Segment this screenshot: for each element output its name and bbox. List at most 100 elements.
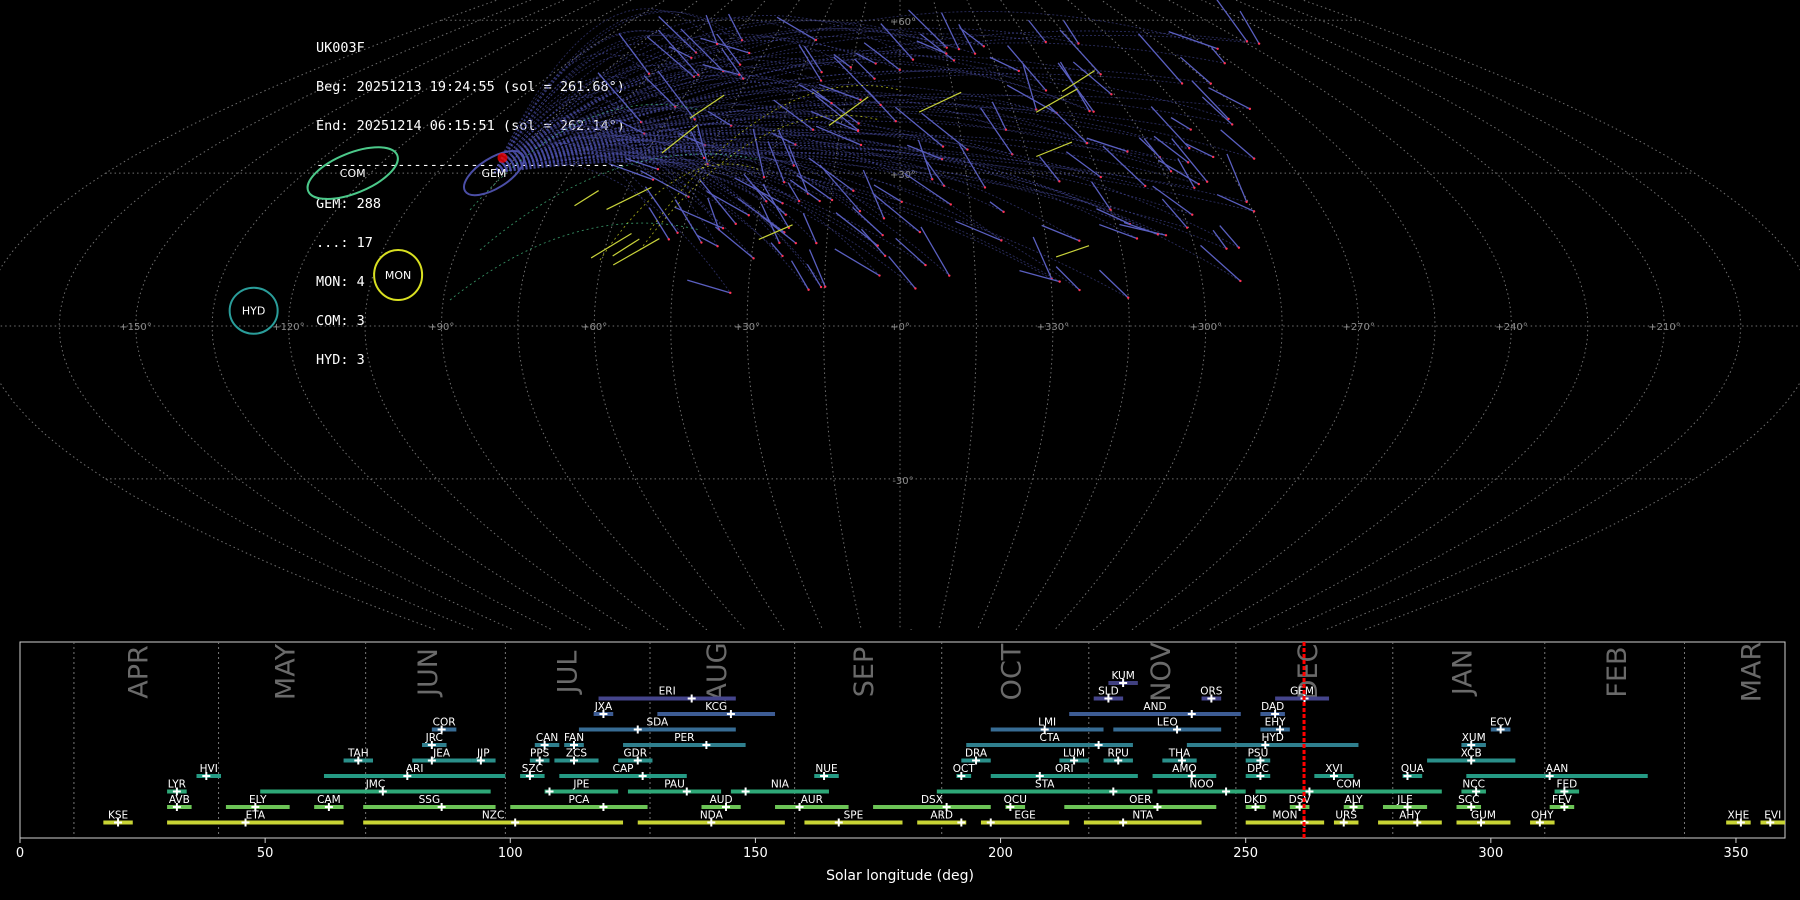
meteor-end-point (881, 233, 884, 237)
meteor-end-point (948, 274, 951, 277)
meteor-end-point (729, 291, 732, 295)
meteor-end-point (857, 122, 860, 125)
shower-kum: KUM (1108, 670, 1138, 687)
gem-meteor (1041, 224, 1080, 242)
gem-meteor (1098, 269, 1129, 299)
gem-meteor (895, 237, 926, 266)
gem-meteor (989, 56, 1020, 72)
shower-label: JIP (476, 748, 490, 760)
meridian-line (823, 0, 867, 630)
meteor-end-point (900, 200, 903, 204)
shower-ncc: NCC (1461, 779, 1486, 796)
meteor-end-point (858, 209, 862, 213)
meteor-end-point (852, 189, 855, 192)
shower-label: LYR (168, 779, 186, 791)
lon-tick-label: +60° (581, 322, 607, 333)
meteor-end-point (1092, 110, 1095, 113)
x-tick-label: 250 (1233, 846, 1258, 861)
shower-label: HYD (1261, 732, 1283, 744)
gem-meteor (674, 199, 702, 243)
meteor-end-point (883, 254, 887, 258)
meteor-end-point (898, 68, 902, 72)
shower-label: AMO (1172, 763, 1197, 775)
month-label-aug: AUG (702, 642, 733, 701)
meteor-end-point (778, 241, 781, 245)
gem-trail-dotted (493, 133, 1158, 235)
shower-label: JLE (1396, 794, 1413, 806)
gem-meteor (1168, 31, 1218, 50)
gem-meteor (1208, 87, 1251, 110)
gem-meteor (1185, 142, 1214, 158)
meteor-end-point (702, 156, 706, 160)
meteor-end-point (819, 285, 823, 289)
gem-trail-dotted (493, 158, 1188, 229)
shower-label: DSX (921, 794, 943, 806)
gem-meteor (705, 14, 718, 45)
shower-label: ETA (246, 810, 266, 822)
shower-label: KCG (705, 701, 727, 713)
gem-meteor (760, 215, 797, 244)
gem-trail-dotted (493, 126, 718, 247)
gem-trail-dotted (493, 159, 926, 266)
meteor-end-point (1191, 213, 1194, 216)
meteor-end-point (941, 145, 945, 148)
meteor-end-point (1156, 233, 1160, 236)
shower-fev: FEV (1549, 794, 1575, 811)
meteor-end-point (952, 59, 956, 62)
shower-label: CTA (1040, 732, 1061, 744)
shower-label: NDA (700, 810, 724, 822)
lon-tick-label: +330° (1037, 322, 1069, 333)
shower-label: PSU (1248, 748, 1269, 760)
meteor-end-point (1257, 42, 1261, 45)
shower-timeline: APR MAY JUN JUL AUG SEP OCT NOV DEC JAN FEB MARKUME… (16, 641, 1786, 861)
meteor-end-point (738, 73, 741, 76)
gem-meteor (802, 212, 817, 244)
meteor-end-point (966, 148, 969, 151)
shower-aly: ALY (1343, 794, 1364, 811)
shower-tah: TAH (343, 748, 373, 765)
month-label-may: MAY (271, 643, 302, 700)
shower-label: NUE (815, 763, 837, 775)
sporadic-meteor (918, 91, 962, 113)
shower-label: PPS (530, 748, 550, 760)
meteor-end-point (690, 56, 693, 59)
meteor-end-point (797, 199, 801, 203)
meridian-line (211, 0, 600, 630)
gem-meteor (1027, 19, 1047, 43)
gem-meteor (991, 101, 1007, 131)
shower-label: RPU (1108, 748, 1129, 760)
shower-label: THA (1168, 748, 1191, 760)
gem-meteor (1047, 104, 1088, 144)
meridian-line (58, 0, 533, 630)
month-label-jul: JUL (553, 651, 584, 696)
shower-label: FEV (1552, 794, 1573, 806)
shower-fed: FED (1554, 779, 1580, 796)
shower-label: ORS (1200, 686, 1223, 698)
sky-map: +180°+150°+120°+90°+60°+30°+0°+330°+300°… (0, 0, 1800, 630)
meteor-end-point (676, 231, 679, 235)
shower-label: QUA (1401, 763, 1425, 775)
meteor-end-point (830, 198, 834, 202)
gem-meteor (955, 220, 1002, 242)
meteor-end-point (1044, 89, 1048, 92)
meteor-end-point (815, 241, 818, 245)
shower-label: SDA (646, 717, 669, 729)
meteor-end-point (1044, 40, 1047, 44)
shower-label: EVI (1764, 810, 1781, 822)
lat-tick-label: -30° (892, 476, 913, 487)
shower-fan: FAN (564, 732, 584, 749)
meteor-end-point (1000, 239, 1003, 242)
month-label-feb: FEB (1602, 646, 1633, 697)
shower-dad: DAD (1260, 701, 1285, 718)
radiant-mon-label: MON (385, 269, 411, 282)
gem-meteor (1119, 223, 1167, 236)
gem-trail-dotted (493, 162, 731, 294)
gem-meteor (815, 95, 859, 131)
meteor-end-point (700, 241, 703, 244)
gem-meteor (1065, 151, 1102, 178)
radiant-com-label: COM (340, 167, 366, 180)
meteor-end-point (1209, 82, 1213, 85)
meteor-end-point (1002, 210, 1005, 214)
shower-label: FED (1556, 779, 1577, 791)
meteor-end-point (1109, 208, 1112, 211)
